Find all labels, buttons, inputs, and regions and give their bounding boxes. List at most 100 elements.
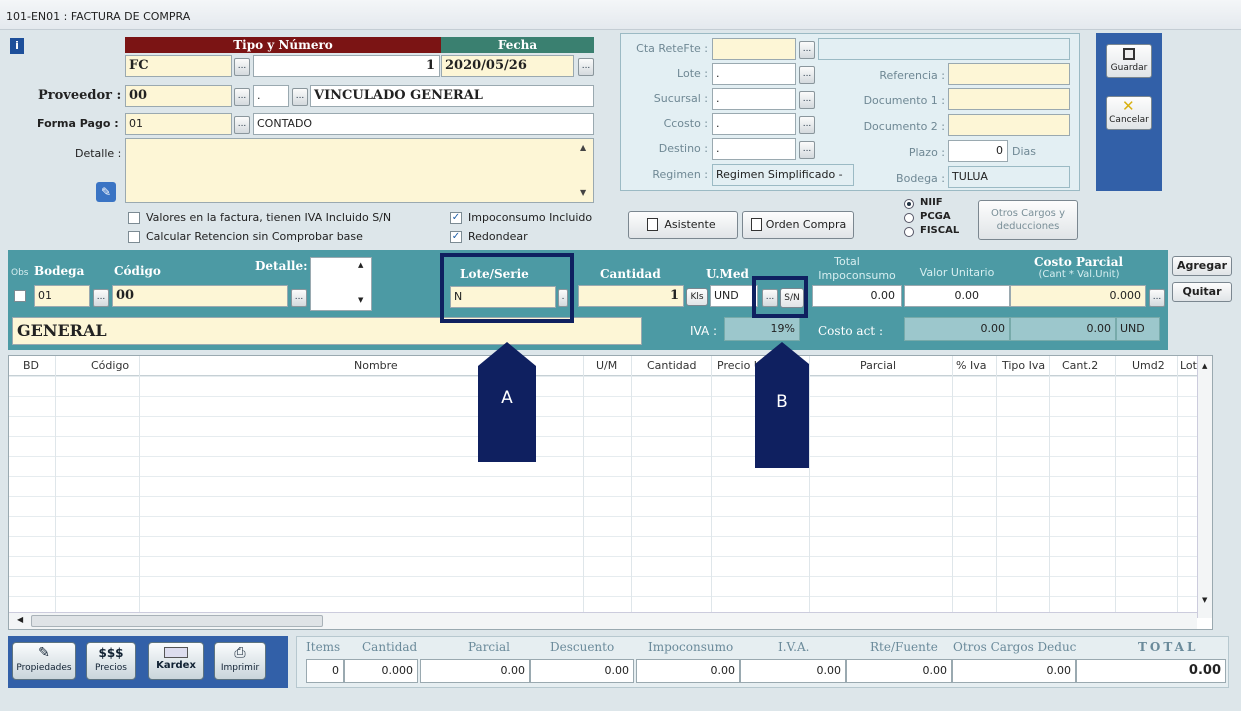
imprimir-button[interactable]: ⎙ Imprimir	[214, 642, 266, 680]
grid-row-line	[9, 436, 1197, 437]
callout-a: A	[478, 366, 536, 462]
numero-field[interactable]: 1	[253, 55, 440, 77]
grid-col-line	[809, 356, 810, 612]
grid-col-line	[55, 356, 56, 612]
col-bd[interactable]: BD	[23, 359, 39, 372]
pcga-radio[interactable]	[904, 213, 914, 223]
col-um[interactable]: U/M	[596, 359, 617, 372]
scroll-down-icon[interactable]: ▼	[1202, 596, 1207, 604]
calc-retencion-checkbox[interactable]	[128, 231, 140, 243]
ccosto-field[interactable]: .	[712, 113, 796, 135]
scroll-up-icon[interactable]: ▲	[1202, 362, 1207, 370]
forma-pago-label: Forma Pago :	[37, 117, 119, 130]
valor-unitario-field[interactable]: 0.00	[904, 285, 1010, 307]
detalle-scroll-down-icon[interactable]: ▼	[580, 188, 586, 197]
col-cant2[interactable]: Cant.2	[1062, 359, 1098, 372]
col-codigo[interactable]: Código	[91, 359, 129, 372]
costo-parcial-lookup-button[interactable]: ...	[1149, 289, 1165, 307]
costo-act-label: Costo act :	[818, 324, 883, 338]
niif-radio[interactable]	[904, 199, 914, 209]
cancelar-button[interactable]: ✕ Cancelar	[1106, 96, 1152, 130]
kardex-button[interactable]: Kardex	[148, 642, 204, 680]
umed-entry-field[interactable]: UND	[710, 285, 758, 307]
detalle-scroll-up-icon[interactable]: ▲	[580, 143, 586, 152]
grid-col-line	[631, 356, 632, 612]
precios-button[interactable]: $$$ Precios	[86, 642, 136, 680]
codigo-entry-lookup-button[interactable]: ...	[291, 289, 307, 307]
cta-retefte-lookup-button[interactable]: ...	[799, 41, 815, 59]
col-umd2[interactable]: Umd2	[1132, 359, 1165, 372]
lote-field[interactable]: .	[712, 63, 796, 85]
redondear-checkbox[interactable]: ✓	[450, 231, 462, 243]
total-impoconsumo-field[interactable]: 0.00	[812, 285, 902, 307]
lote-label: Lote :	[677, 67, 708, 80]
fiscal-radio[interactable]	[904, 227, 914, 237]
bodega-entry-lookup-button[interactable]: ...	[93, 289, 109, 307]
costo-parcial-field[interactable]: 0.000	[1010, 285, 1146, 307]
grid-col-line	[1049, 356, 1050, 612]
parcial-total-label: Parcial	[468, 640, 510, 654]
fecha-field[interactable]: 2020/05/26	[441, 55, 574, 77]
cantidad-entry-field[interactable]: 1	[578, 285, 684, 307]
scroll-left-icon[interactable]: ◀	[17, 615, 23, 624]
orden-compra-button[interactable]: Orden Compra	[742, 211, 854, 239]
ccosto-lookup-button[interactable]: ...	[799, 116, 815, 134]
plazo-field[interactable]: 0	[948, 140, 1008, 162]
proveedor-dot-field[interactable]: .	[253, 85, 289, 107]
edit-pencil-icon[interactable]: ✎	[96, 182, 116, 202]
propiedades-label: Propiedades	[16, 663, 72, 673]
documento2-field[interactable]	[948, 114, 1070, 136]
forma-pago-lookup-button[interactable]: ...	[234, 116, 250, 134]
referencia-field[interactable]	[948, 63, 1070, 85]
scroll-thumb[interactable]	[31, 615, 323, 627]
precios-icon: $$$	[98, 646, 124, 660]
codigo-entry-field[interactable]: 00	[112, 285, 288, 307]
proveedor-branch-button[interactable]: ...	[292, 88, 308, 106]
kls-button[interactable]: Kls	[686, 288, 708, 306]
col-nombre[interactable]: Nombre	[354, 359, 398, 372]
detalle-textarea[interactable]	[125, 138, 594, 203]
documento1-field[interactable]	[948, 88, 1070, 110]
destino-field[interactable]: .	[712, 138, 796, 160]
otros-cargos-total-value: 0.00	[952, 659, 1076, 683]
vertical-scrollbar[interactable]	[1197, 356, 1212, 618]
items-grid[interactable]: BD Código Nombre U/M Cantidad Precio U P…	[8, 355, 1213, 630]
col-cantidad[interactable]: Cantidad	[647, 359, 696, 372]
quitar-button[interactable]: Quitar	[1172, 282, 1232, 302]
regimen-label: Regimen :	[652, 168, 708, 181]
iva-incluido-checkbox[interactable]	[128, 212, 140, 224]
impoconsumo-checkbox[interactable]: ✓	[450, 212, 462, 224]
iva-label: IVA :	[690, 324, 718, 338]
detalle-entry-scroll-up-icon[interactable]: ▲	[358, 261, 363, 269]
grid-row-line	[9, 476, 1197, 477]
destino-lookup-button[interactable]: ...	[799, 141, 815, 159]
kardex-label: Kardex	[156, 660, 196, 671]
fecha-picker-button[interactable]: ...	[578, 58, 594, 76]
fecha-header: Fecha	[441, 37, 594, 53]
proveedor-code-field[interactable]: 00	[125, 85, 232, 107]
col-tipo-iva[interactable]: Tipo Iva	[1002, 359, 1045, 372]
grid-header: BD Código Nombre U/M Cantidad Precio U P…	[9, 356, 1212, 376]
proveedor-lookup-button[interactable]: ...	[234, 88, 250, 106]
col-iva[interactable]: % Iva	[956, 359, 986, 372]
forma-pago-code-field[interactable]: 01	[125, 113, 232, 135]
tipo-lookup-button[interactable]: ...	[234, 58, 250, 76]
tipo-field[interactable]: FC	[125, 55, 232, 77]
guardar-button[interactable]: Guardar	[1106, 44, 1152, 78]
cta-retefte-field[interactable]	[712, 38, 796, 60]
col-parcial[interactable]: Parcial	[860, 359, 896, 372]
otros-cargos-button[interactable]: Otros Cargos y deducciones	[978, 200, 1078, 240]
grid-row-line	[9, 556, 1197, 557]
bodega-entry-field[interactable]: 01	[34, 285, 90, 307]
sucursal-field[interactable]: .	[712, 88, 796, 110]
detalle-entry-scroll-down-icon[interactable]: ▼	[358, 296, 363, 304]
propiedades-button[interactable]: ✎ Propiedades	[12, 642, 76, 680]
plazo-label: Plazo :	[908, 146, 945, 159]
lote-lookup-button[interactable]: ...	[799, 66, 815, 84]
asistente-button[interactable]: Asistente	[628, 211, 738, 239]
obs-checkbox[interactable]	[14, 290, 26, 302]
codigo-header: Código	[114, 264, 161, 278]
sucursal-lookup-button[interactable]: ...	[799, 91, 815, 109]
info-icon[interactable]: i	[10, 38, 24, 54]
agregar-button[interactable]: Agregar	[1172, 256, 1232, 276]
